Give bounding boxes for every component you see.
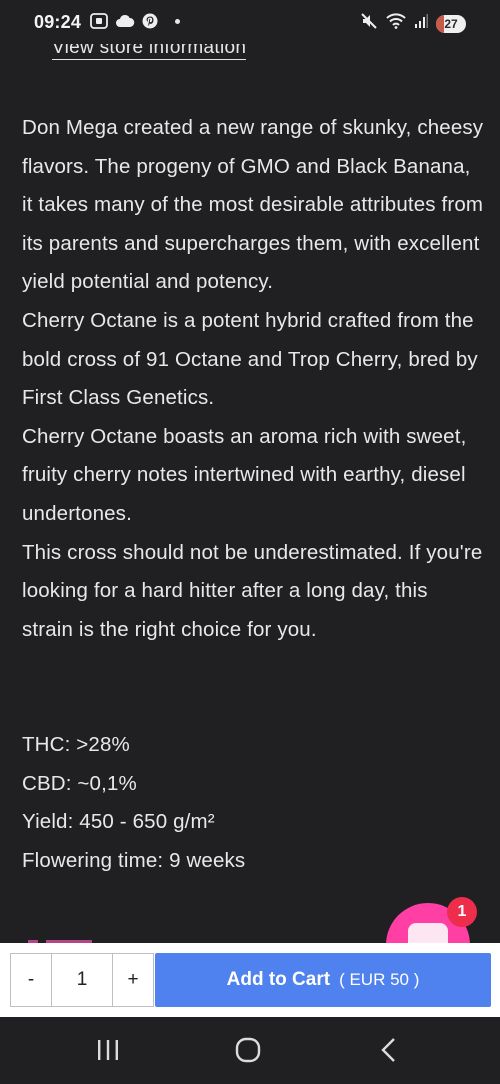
chat-notification-badge: 1 (447, 897, 477, 927)
recent-apps-icon[interactable] (88, 1036, 128, 1064)
quantity-field[interactable]: 1 (51, 954, 113, 1006)
back-icon[interactable] (368, 1036, 408, 1064)
product-description: Don Mega created a new range of skunky, … (22, 109, 484, 649)
status-time: 09:24 (34, 12, 82, 32)
spec-thc: THC: >28% (22, 733, 130, 756)
status-icons-left (90, 13, 180, 29)
battery-fill (436, 14, 445, 33)
signal-icon (414, 13, 428, 34)
spec-cbd: CBD: ~0,1% (22, 771, 137, 795)
add-to-cart-button[interactable]: Add to Cart ( EUR 50 ) (155, 953, 491, 1007)
description-paragraph: This cross should not be underestimated.… (22, 540, 483, 641)
cart-bar: - 1 + Add to Cart ( EUR 50 ) (0, 943, 500, 1017)
status-bar: 09:24 27 (0, 0, 500, 44)
mute-icon (360, 12, 378, 35)
spec-yield: Yield: 450 - 650 g/m² (22, 810, 215, 833)
product-specs: THC: >28% CBD: ~0,1% Yield: 450 - 650 g/… (22, 726, 245, 880)
quantity-stepper: - 1 + (10, 953, 154, 1007)
description-paragraph: Don Mega created a new range of skunky, … (22, 116, 484, 294)
battery-level: 27 (444, 16, 458, 31)
screenshot-icon (90, 13, 108, 29)
increase-quantity-button[interactable]: + (113, 954, 153, 1006)
battery-icon: 27 (436, 14, 466, 33)
pinterest-icon (142, 13, 158, 29)
home-icon[interactable] (228, 1036, 268, 1064)
wifi-icon (386, 13, 406, 34)
price-label: ( EUR 50 ) (339, 970, 420, 989)
add-to-cart-label: Add to Cart (226, 969, 331, 990)
description-paragraph: Cherry Octane boasts an aroma rich with … (22, 424, 467, 525)
system-navigation-bar (0, 1017, 500, 1084)
status-icons-right: 27 (360, 12, 466, 35)
spec-flowering-time: Flowering time: 9 weeks (22, 848, 246, 872)
decrease-quantity-button[interactable]: - (11, 954, 51, 1006)
description-paragraph: Cherry Octane is a potent hybrid crafted… (22, 308, 478, 410)
cloud-icon (115, 14, 135, 28)
notification-dot (175, 18, 180, 24)
